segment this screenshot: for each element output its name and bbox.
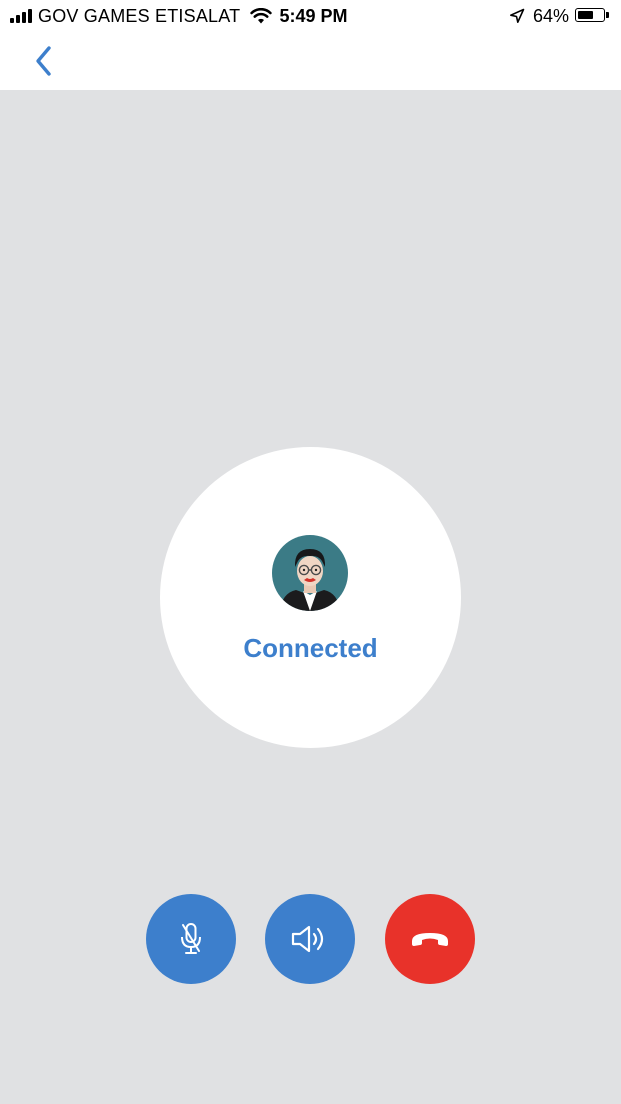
phone-hangup-icon (412, 933, 448, 946)
call-status-label: Connected (243, 633, 378, 663)
back-button[interactable] (28, 44, 60, 78)
battery-percent: 64% (532, 5, 569, 26)
signal-icon (10, 9, 32, 23)
call-controls (0, 894, 621, 984)
navigation-bar (0, 32, 621, 90)
speaker-button[interactable] (265, 894, 355, 984)
call-status-card: Connected (160, 447, 461, 748)
carrier-name: GOV GAMES ETISALAT (38, 5, 241, 26)
chevron-left-icon (36, 46, 51, 76)
microphone-off-icon (181, 923, 201, 954)
speaker-icon (291, 925, 324, 953)
location-arrow-icon (509, 8, 525, 23)
status-bar: GOV GAMES ETISALAT 5:49 PM 64% (0, 0, 621, 32)
status-left: GOV GAMES ETISALAT (10, 5, 273, 26)
wifi-icon (250, 8, 273, 24)
battery-level (578, 11, 594, 19)
status-right: 64% (509, 6, 609, 26)
battery-icon (575, 8, 609, 24)
user-avatar (272, 535, 348, 611)
mute-button[interactable] (146, 894, 236, 984)
hang-up-button[interactable] (385, 894, 475, 984)
